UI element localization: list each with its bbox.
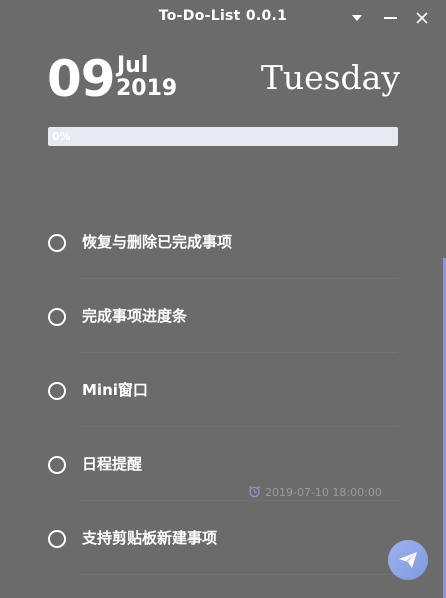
task-label[interactable]: 日程提醒 [82, 454, 142, 474]
list-item[interactable]: 完成事项进度条 [0, 279, 446, 353]
divider [80, 574, 398, 575]
list-item[interactable]: 恢复与删除已完成事项 [0, 205, 446, 279]
close-icon [416, 11, 428, 24]
triangle-down-icon [352, 14, 362, 21]
progress-label: 0% [52, 130, 71, 143]
list-item[interactable]: Mini窗口 [0, 353, 446, 427]
date-month: Jul [117, 53, 149, 78]
send-button[interactable] [388, 540, 428, 580]
task-checkbox[interactable] [48, 308, 66, 326]
minimize-icon [383, 16, 397, 19]
date-year: 2019 [116, 76, 178, 101]
task-checkbox[interactable] [48, 234, 66, 252]
minimize-button[interactable] [378, 6, 402, 28]
task-checkbox[interactable] [48, 530, 66, 548]
list-item[interactable]: 支持剪贴板新建事项 [0, 501, 446, 575]
app-window: To-Do-List 0.0.1 09 Jul 2019 Tuesday 0% … [0, 0, 446, 598]
title-bar[interactable]: To-Do-List 0.0.1 [0, 0, 446, 34]
date-day: 09 [47, 50, 116, 108]
task-label[interactable]: 完成事项进度条 [82, 306, 187, 326]
task-label[interactable]: 恢复与删除已完成事项 [82, 232, 232, 252]
alarm-clock-icon [248, 486, 261, 498]
close-button[interactable] [410, 6, 434, 28]
task-checkbox[interactable] [48, 382, 66, 400]
weekday-label: Tuesday [260, 58, 400, 97]
task-label[interactable]: 支持剪贴板新建事项 [82, 528, 217, 548]
dropdown-button[interactable] [345, 6, 369, 28]
task-list: 恢复与删除已完成事项 完成事项进度条 Mini窗口 日程提醒 支持剪贴板新建事项 [0, 205, 446, 575]
paper-plane-icon [399, 552, 417, 568]
reminder-time: 2019-07-10 18:00:00 [248, 485, 382, 500]
progress-bar: 0% [48, 127, 398, 146]
reminder-text: 2019-07-10 18:00:00 [265, 486, 382, 499]
task-label[interactable]: Mini窗口 [82, 380, 148, 400]
task-checkbox[interactable] [48, 456, 66, 474]
